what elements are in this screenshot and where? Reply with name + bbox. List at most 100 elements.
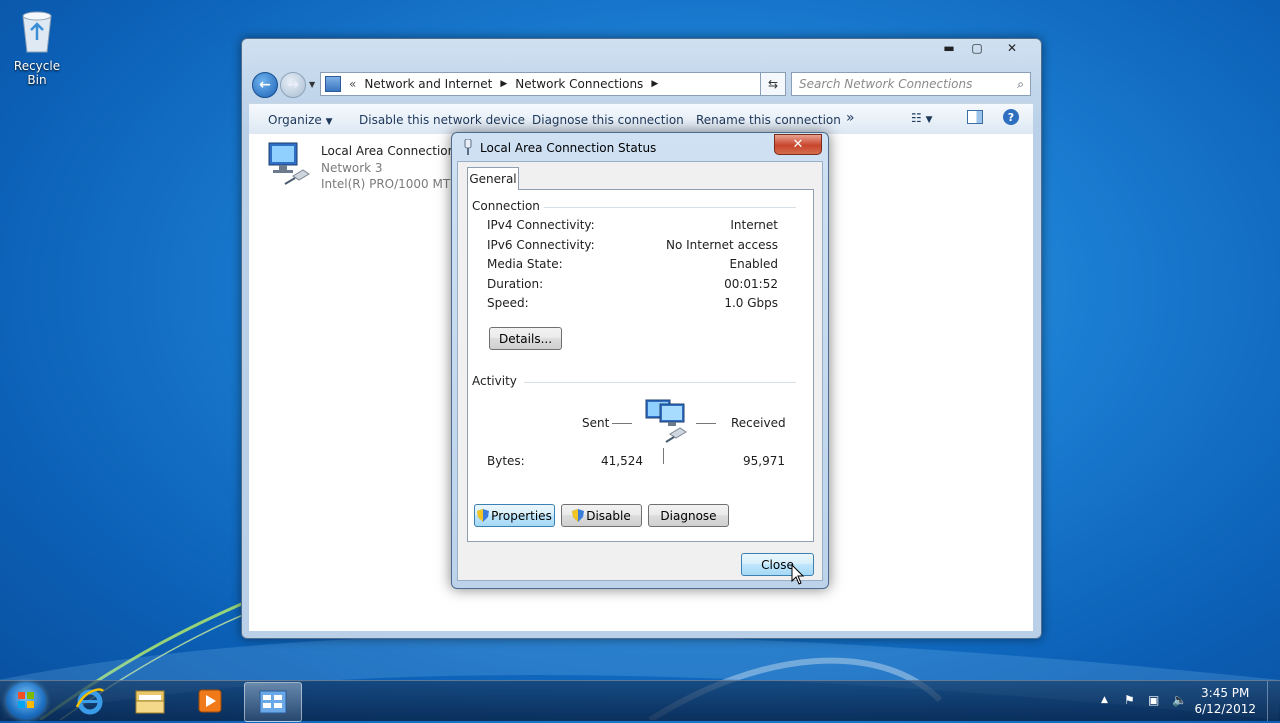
breadcrumb-network-connections[interactable]: Network Connections [515,77,643,91]
arrow-left-icon: ← [259,77,271,93]
uac-shield-icon [572,509,585,522]
bytes-received-value: 95,971 [743,454,785,468]
disable-button[interactable]: Disable [561,504,642,527]
recycle-bin-label: Recycle Bin [13,59,61,87]
back-button[interactable]: ← [252,72,278,98]
bytes-sent-value: 41,524 [601,454,643,468]
ipv6-label: IPv6 Connectivity: [487,238,595,252]
taskbar-internet-explorer[interactable] [62,682,118,720]
rename-connection-button[interactable]: Rename this connection [696,113,841,127]
breadcrumb-network-and-internet[interactable]: Network and Internet [364,77,492,91]
diagnose-button[interactable]: Diagnose [648,504,729,527]
received-label: Received [731,416,786,430]
help-button[interactable]: ? [1003,109,1019,125]
dialog-close-button[interactable]: ✕ [774,134,822,155]
taskbar: ▲ ⚑ ▣ 🔈 3:45 PM 6/12/2012 [0,680,1280,722]
connection-adapter: Intel(R) PRO/1000 MT Ne [321,177,471,191]
network-activity-icon [645,399,687,443]
chevron-down-icon: ▼ [325,117,333,127]
taskbar-control-panel[interactable] [244,682,302,722]
folder-icon [135,690,165,714]
speed-label: Speed: [487,296,529,310]
recent-pages-dropdown[interactable]: ▼ [309,80,315,89]
search-icon: ⌕ [1017,76,1024,91]
breadcrumb-overflow[interactable]: « [349,77,356,91]
more-commands-button[interactable]: » [846,110,855,126]
uac-shield-icon [477,509,490,522]
connection-group-label: Connection [472,199,544,213]
maximize-icon: ▢ [971,41,983,55]
details-button[interactable]: Details... [489,327,562,350]
disable-device-button[interactable]: Disable this network device [359,113,525,127]
action-center-icon[interactable]: ⚑ [1124,693,1135,707]
properties-label: Properties [491,508,552,523]
search-placeholder: Search Network Connections [799,77,973,91]
network-adapter-icon [268,142,310,185]
connection-status-dialog: Local Area Connection Status ✕ General C… [451,132,829,589]
media-player-icon [198,689,222,713]
volume-icon[interactable]: 🔈 [1172,693,1187,707]
help-icon: ? [1003,109,1019,125]
address-bar[interactable]: « Network and Internet ▶ Network Connect… [320,72,783,96]
duration-value: 00:01:52 [724,277,778,291]
ipv4-label: IPv4 Connectivity: [487,218,595,232]
minimize-button[interactable]: ▬ [935,39,963,57]
recycle-bin-icon [22,11,52,53]
chevron-right-icon[interactable]: ▶ [651,79,658,89]
control-panel-icon [325,76,341,92]
refresh-button[interactable]: ⇆ [760,72,786,96]
received-line [696,423,716,424]
close-icon: ✕ [1006,41,1018,55]
local-area-connection-item[interactable]: Local Area Connection Network 3 Intel(R)… [265,140,470,191]
taskbar-media-player[interactable] [182,682,238,720]
connection-divider [538,207,796,208]
show-hidden-icons-button[interactable]: ▲ [1101,695,1108,705]
ipv6-value: No Internet access [665,238,778,252]
connection-name: Local Area Connection [321,144,456,158]
recycle-bin-shortcut[interactable]: Recycle Bin [4,6,70,87]
minimize-icon: ▬ [943,41,955,55]
mouse-cursor-icon [791,564,805,585]
sent-label: Sent [582,416,610,430]
general-tab-panel: Connection IPv4 Connectivity: Internet I… [467,189,814,542]
forward-button[interactable]: → [280,72,306,98]
refresh-icon: ⇆ [767,77,779,91]
network-tray-icon[interactable]: ▣ [1148,693,1159,707]
show-desktop-button[interactable] [1267,681,1280,721]
search-input[interactable]: Search Network Connections ⌕ [791,72,1031,96]
properties-button[interactable]: Properties [474,504,555,527]
media-state-label: Media State: [487,257,563,271]
organize-menu[interactable]: Organize ▼ [268,113,333,127]
change-view-button[interactable]: ☷ ▼ [911,111,933,125]
activity-group-label: Activity [472,374,521,388]
clock-time: 3:45 PM [1201,686,1250,700]
diagnose-connection-button[interactable]: Diagnose this connection [532,113,684,127]
preview-pane-button[interactable] [967,110,983,127]
chevron-right-icon[interactable]: ▶ [500,79,507,89]
start-button[interactable] [6,682,46,720]
control-panel-icon [259,690,287,714]
network-plug-icon [462,138,474,158]
windows-logo-icon [18,692,34,708]
sent-line [612,423,632,424]
speed-value: 1.0 Gbps [724,296,778,310]
bytes-label: Bytes: [487,454,525,468]
tab-general[interactable]: General [467,167,519,190]
clock[interactable]: 3:45 PM 6/12/2012 [1194,685,1256,717]
arrow-right-icon: → [287,77,299,93]
dialog-title: Local Area Connection Status [480,141,657,155]
internet-explorer-icon [75,688,104,715]
dialog-body: General Connection IPv4 Connectivity: In… [457,161,823,581]
view-options-icon: ☷ [911,111,922,125]
duration-label: Duration: [487,277,544,291]
maximize-button[interactable]: ▢ [963,39,991,57]
taskbar-windows-explorer[interactable] [122,682,178,720]
media-state-value: Enabled [729,257,779,271]
command-bar: Organize ▼ Disable this network device D… [249,103,1033,135]
ipv4-value: Internet [730,218,778,232]
disable-label: Disable [586,508,631,523]
window-controls: ▬ ▢ ✕ [935,39,1033,59]
close-window-button[interactable]: ✕ [991,39,1033,57]
preview-pane-icon [967,110,983,124]
close-icon: ✕ [792,137,804,152]
